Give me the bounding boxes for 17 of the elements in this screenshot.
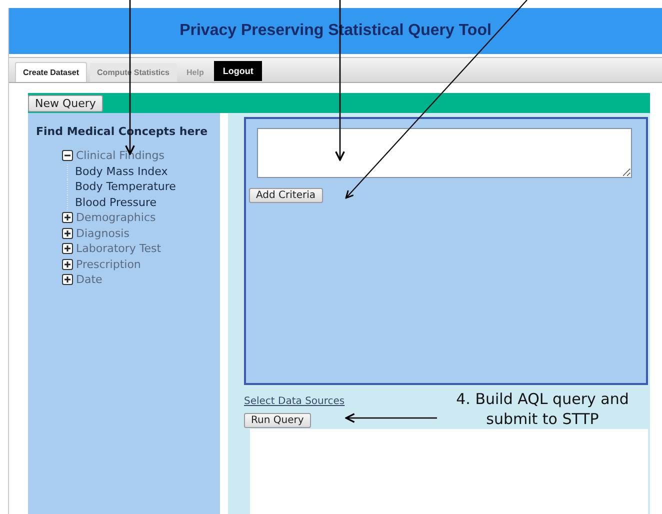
logout-button[interactable]: Logout — [214, 61, 262, 81]
criteria-field[interactable] — [257, 128, 632, 178]
plus-icon[interactable] — [62, 258, 73, 270]
plus-icon[interactable] — [62, 274, 73, 286]
plus-icon[interactable] — [62, 243, 73, 254]
annotation-text: 4. Build AQL query and submit to STTP — [455, 389, 630, 429]
tab[interactable]: Create Dataset — [15, 62, 88, 82]
tree-item[interactable]: Body Mass Index — [75, 164, 168, 178]
plus-icon[interactable] — [62, 212, 73, 224]
minus-icon[interactable] — [62, 150, 73, 162]
data-sources-link[interactable]: Select Data Sources — [244, 396, 345, 407]
tree-item[interactable]: Body Temperature — [75, 180, 176, 194]
tree-item[interactable]: Blood Pressure — [75, 196, 157, 209]
new-query-button[interactable]: New Query — [28, 94, 103, 112]
add-criteria-button[interactable]: Add Criteria — [249, 188, 323, 203]
run-query-button[interactable]: Run Query — [244, 413, 311, 428]
plus-icon[interactable] — [62, 228, 73, 239]
